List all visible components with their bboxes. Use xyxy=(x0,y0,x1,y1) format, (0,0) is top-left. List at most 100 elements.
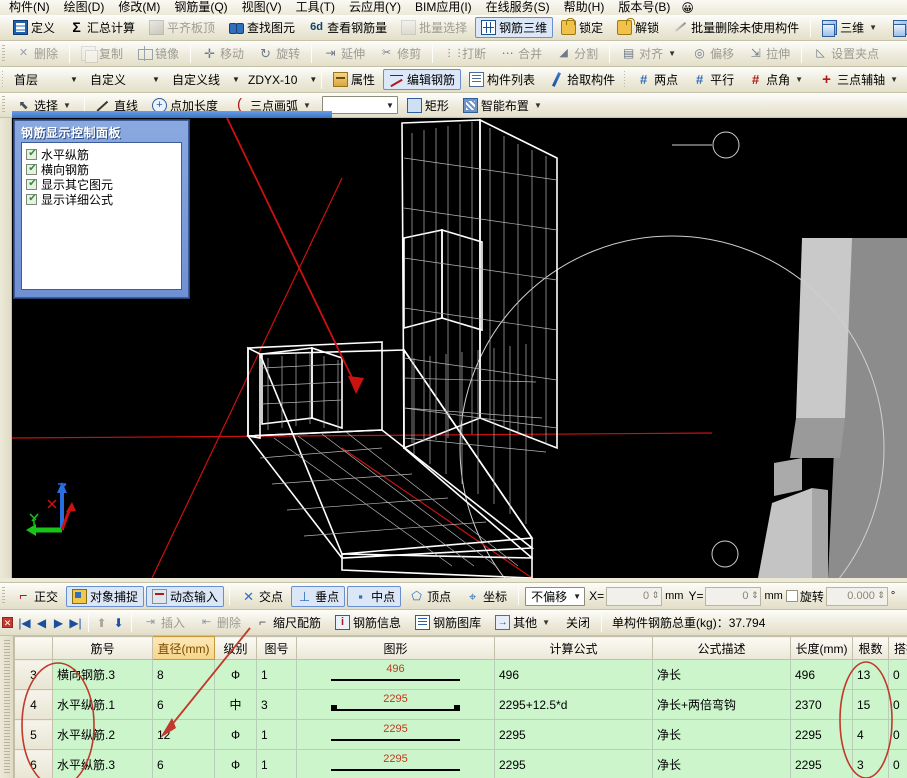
x-coordinate-input[interactable]: 0 xyxy=(606,586,663,606)
next-record-icon[interactable]: ▶ xyxy=(50,616,67,630)
menu-item-online-service[interactable]: 在线服务(S) xyxy=(479,0,557,15)
lock-button[interactable]: 锁定 xyxy=(555,17,609,38)
cell-length[interactable]: 496 xyxy=(790,659,853,690)
th-lap[interactable]: 搭接 xyxy=(888,636,907,660)
rotate-input[interactable]: 0.000 xyxy=(825,586,888,606)
cell-grade[interactable]: Ф xyxy=(214,749,257,778)
menu-item-bim-app[interactable]: BIM应用(I) xyxy=(408,0,479,15)
select-chevron-down-icon[interactable]: ▼ xyxy=(61,101,73,110)
scale-rebar-button[interactable]: 缩尺配筋 xyxy=(249,612,327,633)
th-shape[interactable]: 图形 xyxy=(296,636,495,660)
parallel-axis-button[interactable]: 平行 xyxy=(686,69,740,90)
rebar-display-control-panel[interactable]: 钢筋显示控制面板 水平纵筋 横向钢筋 显示其它图元 显示详细公式 xyxy=(14,120,189,298)
name-chevron-down-icon[interactable]: ▼ xyxy=(309,75,317,84)
cell-diameter[interactable]: 12 xyxy=(152,719,215,750)
component-subtype-select[interactable]: 自定义线 ▼ xyxy=(167,70,240,89)
rebar-3d-button[interactable]: 钢筋三维 xyxy=(475,17,554,38)
cell-length[interactable]: 2370 xyxy=(790,689,853,720)
cell-rebar-no[interactable]: 水平纵筋.1 xyxy=(52,689,153,720)
ortho-toggle[interactable]: 正交 xyxy=(10,586,64,607)
dynamic-input-toggle[interactable]: 动态输入 xyxy=(146,585,225,607)
menu-item-view[interactable]: 视图(V) xyxy=(235,0,289,15)
th-formula[interactable]: 计算公式 xyxy=(494,636,653,660)
smart-chevron-down-icon[interactable]: ▼ xyxy=(532,101,544,110)
prev-record-icon[interactable]: ◀ xyxy=(33,616,50,630)
th-length[interactable]: 长度(mm) xyxy=(790,636,853,660)
point-angle-chevron-down-icon[interactable]: ▼ xyxy=(793,75,805,84)
unlock-button[interactable]: 解锁 xyxy=(611,17,665,38)
menu-item-draw[interactable]: 绘图(D) xyxy=(57,0,112,15)
three-point-chevron-down-icon[interactable]: ▼ xyxy=(888,75,900,84)
component-list-button[interactable]: 构件列表 xyxy=(463,69,541,90)
offset-mode-chevron-down-icon[interactable]: ▼ xyxy=(570,592,584,601)
view-3d-button[interactable]: 三维 ▼ xyxy=(816,17,885,38)
checkbox-show-detailed-formula[interactable] xyxy=(26,193,38,205)
component-toolbar-grip[interactable] xyxy=(2,70,4,89)
snapbar-grip[interactable] xyxy=(2,587,5,605)
cell-shape[interactable]: 2295 xyxy=(296,689,495,720)
th-count[interactable]: 根数 xyxy=(852,636,889,660)
summary-calc-button[interactable]: Σ 汇总计算 xyxy=(63,17,141,38)
table-row[interactable]: 5 水平纵筋.2 12 Ф 1 2295 2295 净长 2295 4 0 xyxy=(14,719,907,750)
cell-index[interactable]: 3 xyxy=(14,659,53,690)
define-button[interactable]: 定义 xyxy=(7,17,61,38)
move-up-icon[interactable]: ⬆ xyxy=(93,616,110,630)
cell-formula[interactable]: 496 xyxy=(494,659,653,690)
arc-chevron-down-icon[interactable]: ▼ xyxy=(301,101,313,110)
offset-mode-select[interactable]: 不偏移 ▼ xyxy=(525,586,586,606)
menu-item-help[interactable]: 帮助(H) xyxy=(557,0,612,15)
cell-description[interactable]: 净长 xyxy=(652,659,791,690)
close-button[interactable]: 关闭 xyxy=(560,612,596,633)
rebar-library-button[interactable]: 钢筋图库 xyxy=(409,612,487,633)
cell-index[interactable]: 6 xyxy=(14,749,53,778)
cell-grade[interactable]: 中 xyxy=(214,689,257,720)
cell-shape[interactable]: 2295 xyxy=(296,749,495,778)
rectangle-tool-button[interactable]: 矩形 xyxy=(401,95,455,116)
menu-item-cloud-app[interactable]: 云应用(Y) xyxy=(342,0,408,15)
cell-rebar-no[interactable]: 水平纵筋.3 xyxy=(52,749,153,778)
th-grade[interactable]: 级别 xyxy=(214,636,257,660)
menu-item-modify[interactable]: 修改(M) xyxy=(111,0,167,15)
cell-count[interactable]: 4 xyxy=(852,719,889,750)
checkbox-row-transverse[interactable]: 横向钢筋 xyxy=(26,162,181,177)
rebar-info-button[interactable]: 钢筋信息 xyxy=(329,612,407,633)
axis-toolbar-grip[interactable] xyxy=(624,70,626,89)
cell-diameter[interactable]: 8 xyxy=(152,659,215,690)
find-element-button[interactable]: 查找图元 xyxy=(223,17,301,38)
menu-item-component[interactable]: 构件(N) xyxy=(2,0,57,15)
two-point-axis-button[interactable]: 两点 xyxy=(630,69,684,90)
draw-toolbar-grip[interactable] xyxy=(2,96,5,114)
table-row[interactable]: 6 水平纵筋.3 6 Ф 1 2295 2295 净长 2295 3 0 xyxy=(14,749,907,778)
cell-index[interactable]: 4 xyxy=(14,689,53,720)
floor-select[interactable]: 首层 ▼ xyxy=(9,70,81,89)
table-row[interactable]: 4 水平纵筋.1 6 中 3 2295 2295+12.5*d 净长+两倍弯钩 … xyxy=(14,689,907,720)
coordinate-snap[interactable]: 坐标 xyxy=(459,586,513,607)
vertex-snap[interactable]: 顶点 xyxy=(403,586,457,607)
chevron-down-icon[interactable]: ▼ xyxy=(867,23,879,32)
cell-count[interactable]: 15 xyxy=(852,689,889,720)
cell-lap[interactable]: 0 xyxy=(888,719,907,750)
cell-pic-no[interactable]: 3 xyxy=(256,689,297,720)
edit-rebar-button[interactable]: 编辑钢筋 xyxy=(383,69,462,90)
cell-index[interactable]: 5 xyxy=(14,719,53,750)
subtype-chevron-down-icon[interactable]: ▼ xyxy=(232,75,240,84)
cell-pic-no[interactable]: 1 xyxy=(256,719,297,750)
cell-formula[interactable]: 2295+12.5*d xyxy=(494,689,653,720)
perpendicular-snap[interactable]: 垂点 xyxy=(291,585,346,607)
type-chevron-down-icon[interactable]: ▼ xyxy=(149,75,163,84)
th-rebar-no[interactable]: 筋号 xyxy=(52,636,153,660)
cell-description[interactable]: 净长 xyxy=(652,749,791,778)
other-chevron-down-icon[interactable]: ▼ xyxy=(540,618,552,627)
cell-formula[interactable]: 2295 xyxy=(494,719,653,750)
checkbox-show-other-elements[interactable] xyxy=(26,178,38,190)
component-name-select[interactable]: ZDYX-10 ▼ xyxy=(243,70,317,89)
table-row[interactable]: 3 横向钢筋.3 8 Ф 1 496 496 净长 496 13 0 xyxy=(14,659,907,690)
cell-count[interactable]: 13 xyxy=(852,659,889,690)
move-down-icon[interactable]: ⬇ xyxy=(110,616,127,630)
menu-item-version[interactable]: 版本号(B) xyxy=(611,0,677,15)
pick-component-button[interactable]: 拾取构件 xyxy=(543,69,621,90)
3d-viewport[interactable]: 钢筋显示控制面板 水平纵筋 横向钢筋 显示其它图元 显示详细公式 xyxy=(12,118,907,578)
intersection-snap[interactable]: 交点 xyxy=(235,586,289,607)
checkbox-row-horizontal-longitudinal[interactable]: 水平纵筋 xyxy=(26,147,181,162)
cell-grade[interactable]: Ф xyxy=(214,659,257,690)
